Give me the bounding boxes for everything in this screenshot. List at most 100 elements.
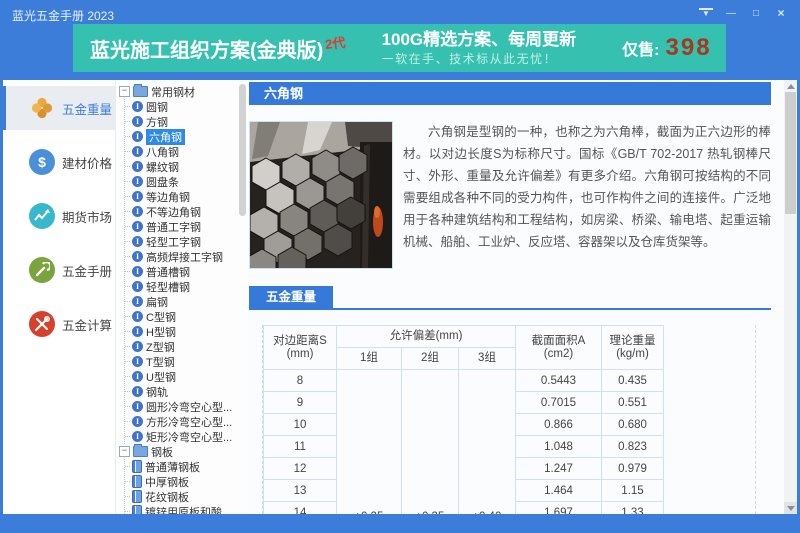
spec-table-container: 对边距离S(mm) 允许偏差(mm) 截面面积A(cm2) 理论重量(kg/m) [262, 325, 756, 514]
minimize-button[interactable]: — [724, 7, 738, 20]
tree-item[interactable]: I圆钢 [125, 99, 248, 114]
scroll-down-icon[interactable] [784, 502, 797, 514]
promo-middle: 100G精选方案、每周更新 一软在手、技术标从此无忧！ [382, 29, 577, 67]
promo-badge: 2代 [324, 31, 346, 52]
tree-item-selected[interactable]: I六角钢 [125, 129, 248, 144]
plate-icon [132, 460, 142, 473]
tree-item[interactable]: I钢轨 [125, 384, 248, 399]
close-button[interactable]: × [774, 7, 788, 20]
item-icon: I [132, 386, 143, 397]
main-scrollbar-thumb[interactable] [785, 92, 796, 214]
tolerance-group1-cell: ±0.25 [337, 370, 402, 515]
collapse-icon[interactable]: − [119, 446, 130, 457]
tree-item[interactable]: 花纹钢板 [125, 489, 248, 504]
tree-item[interactable]: I轻型工字钢 [125, 234, 248, 249]
tree-item[interactable]: I矩形冷弯空心型... [125, 429, 248, 444]
item-icon: I [132, 176, 143, 187]
collapse-icon[interactable]: − [119, 86, 130, 97]
tree-item[interactable]: IC型钢 [125, 309, 248, 324]
tree-item[interactable]: IZ型钢 [125, 339, 248, 354]
item-icon: I [132, 101, 143, 112]
item-icon: I [132, 131, 143, 142]
column-header-theoretical-weight: 理论重量(kg/m) [602, 326, 664, 370]
page-title: 六角钢 [249, 82, 771, 105]
sidebar-item-hardware-manual[interactable]: 五金手册 [3, 248, 115, 292]
item-icon: I [132, 341, 143, 352]
sidebar-item-hardware-weight[interactable]: 五金重量 [3, 86, 115, 130]
tree-item[interactable]: 普通薄钢板 [125, 459, 248, 474]
wrench-icon [29, 257, 55, 283]
item-icon: I [132, 431, 143, 442]
sidebar-item-futures-market[interactable]: 期货市场 [3, 194, 115, 238]
tree-item[interactable]: I圆盘条 [125, 174, 248, 189]
item-icon: I [132, 326, 143, 337]
scroll-up-icon[interactable] [784, 80, 797, 92]
trend-chart-icon [29, 203, 55, 229]
main-content: 六角钢 [248, 80, 797, 514]
tree-folder-steel-plate[interactable]: − 钢板 [116, 444, 248, 459]
column-header-group1: 1组 [337, 348, 402, 370]
item-icon: I [132, 416, 143, 427]
column-header-group2: 2组 [402, 348, 459, 370]
item-icon: I [132, 311, 143, 322]
tree-item[interactable]: I等边角钢 [125, 189, 248, 204]
tree-item[interactable]: IU型钢 [125, 369, 248, 384]
column-header-group3: 3组 [459, 348, 516, 370]
spec-table: 对边距离S(mm) 允许偏差(mm) 截面面积A(cm2) 理论重量(kg/m) [263, 325, 664, 514]
hexagonal-steel-photo [249, 121, 393, 269]
tree-item[interactable]: I扁钢 [125, 294, 248, 309]
tree-item[interactable]: I轻型槽钢 [125, 279, 248, 294]
plate-icon [132, 490, 142, 503]
main-menu-icon[interactable]: ▼ [699, 8, 713, 19]
category-tree: − 常用钢材 I圆钢 I方钢 I六角钢 I八角钢 I螺纹钢 I圆盘条 I等边角钢… [115, 80, 248, 514]
window-title: 蓝光五金手册 2023 [12, 7, 114, 24]
item-icon: I [132, 296, 143, 307]
app-window: 五金重量 $ 建材价格 期货市场 五金手册 五金计算 − [3, 80, 797, 514]
tree-item[interactable]: I圆形冷弯空心型... [125, 399, 248, 414]
tree-item[interactable]: IT型钢 [125, 354, 248, 369]
tree-item[interactable]: I高频焊接工字钢 [125, 249, 248, 264]
item-icon: I [132, 191, 143, 202]
tree-item[interactable]: I八角钢 [125, 144, 248, 159]
plate-icon [132, 475, 142, 488]
tree-branch-common-steel: I圆钢 I方钢 I六角钢 I八角钢 I螺纹钢 I圆盘条 I等边角钢 I不等边角钢… [124, 99, 248, 444]
plate-icon [132, 505, 142, 514]
promo-banner[interactable]: 蓝光施工组织方案(金典版)2代 100G精选方案、每周更新 一软在手、技术标从此… [73, 24, 726, 72]
sidebar-item-label: 五金计算 [62, 315, 112, 334]
tree-item[interactable]: I方形冷弯空心型... [125, 414, 248, 429]
tree-item[interactable]: I不等边角钢 [125, 204, 248, 219]
sidebar-item-hardware-calculator[interactable]: 五金计算 [3, 302, 115, 346]
main-scrollbar[interactable] [784, 80, 797, 514]
price-label: 仅售: [622, 36, 659, 60]
tools-icon [29, 311, 55, 337]
item-description: 六角钢是型钢的一种，也称之为六角棒，截面为正六边形的棒材。以对边长度S为标称尺寸… [403, 121, 771, 269]
item-icon: I [132, 266, 143, 277]
item-icon: I [132, 251, 143, 262]
clover-icon [29, 95, 55, 121]
item-icon: I [132, 356, 143, 367]
item-icon: I [132, 371, 143, 382]
tree-branch-steel-plate: 普通薄钢板 中厚钢板 花纹钢板 镀锌用原板和酸... 鱼尾板 [124, 459, 248, 514]
tree-item[interactable]: I普通工字钢 [125, 219, 248, 234]
item-icon: I [132, 161, 143, 172]
tree-item[interactable]: I普通槽钢 [125, 264, 248, 279]
promo-headline: 100G精选方案、每周更新 [382, 29, 577, 50]
item-icon: I [132, 206, 143, 217]
maximize-button[interactable]: □ [749, 7, 763, 20]
tree-scrollbar-thumb[interactable] [239, 84, 246, 216]
tree-item[interactable]: 中厚钢板 [125, 474, 248, 489]
tree-item[interactable]: 镀锌用原板和酸... [125, 504, 248, 514]
promo-title: 蓝光施工组织方案(金典版)2代 [90, 34, 346, 63]
tab-hardware-weight[interactable]: 五金重量 [249, 286, 333, 308]
item-icon: I [132, 146, 143, 157]
tree-item[interactable]: IH型钢 [125, 324, 248, 339]
tree-item[interactable]: I螺纹钢 [125, 159, 248, 174]
item-icon: I [132, 281, 143, 292]
tree-item[interactable]: I方钢 [125, 114, 248, 129]
sidebar-item-label: 期货市场 [62, 207, 112, 226]
tree-folder-common-steel[interactable]: − 常用钢材 [116, 84, 248, 99]
column-header-tolerance-group: 允许偏差(mm) [337, 326, 516, 348]
sidebar-item-material-price[interactable]: $ 建材价格 [3, 140, 115, 184]
promo-subline: 一软在手、技术标从此无忧！ [382, 52, 577, 67]
sidebar-item-label: 五金重量 [62, 99, 112, 118]
